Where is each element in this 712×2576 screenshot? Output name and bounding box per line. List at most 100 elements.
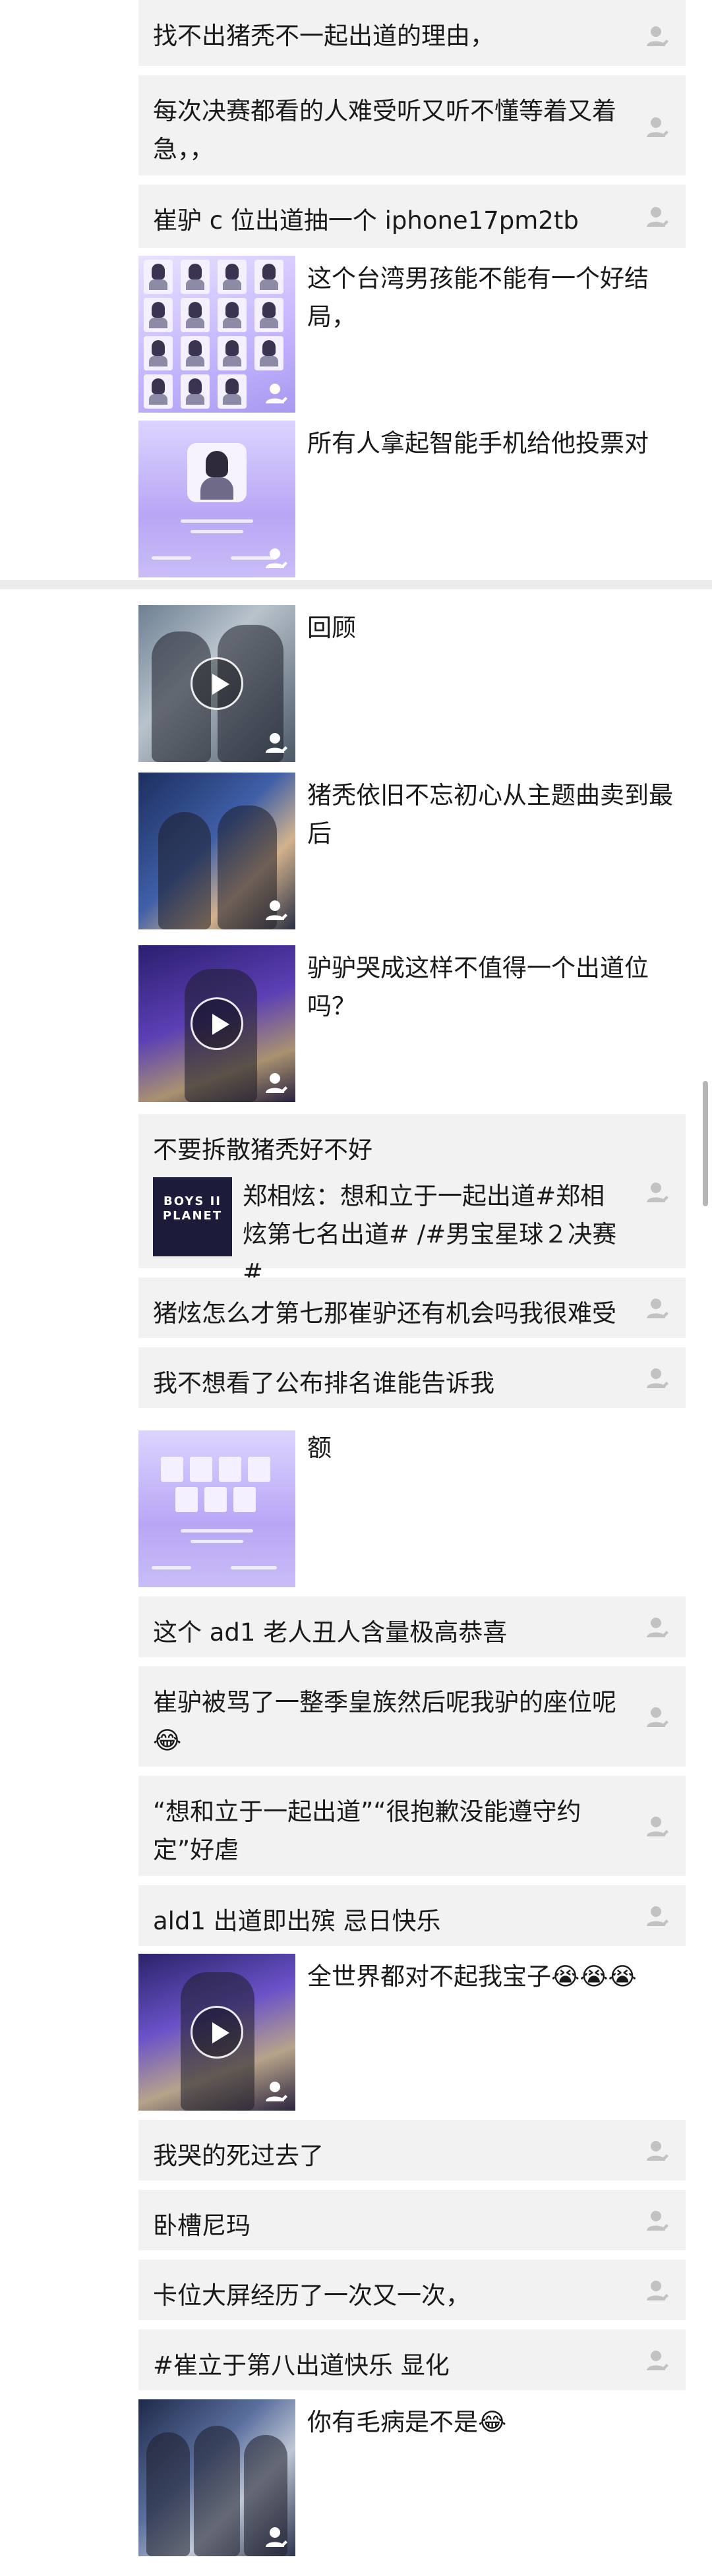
quoted-post[interactable]: BOYS II PLANET 郑相炫：想和立于一起出道#郑相炫第七名出道# /#…: [153, 1177, 671, 1287]
user-icon[interactable]: [264, 1070, 289, 1096]
comment-item[interactable]: 卧槽尼玛: [138, 2190, 686, 2250]
comment-item[interactable]: “想和立于一起出道”“很抱歉没能遵守约定”好虐: [138, 1776, 686, 1876]
image-thumbnail[interactable]: [138, 256, 295, 413]
user-icon[interactable]: [645, 2208, 670, 2233]
comment-item[interactable]: 这个台湾男孩能不能有一个好结局，: [138, 256, 686, 413]
user-icon[interactable]: [645, 1296, 670, 1321]
section-divider: [0, 580, 712, 589]
decorative-line: [191, 530, 243, 533]
photo-cell: [218, 336, 247, 370]
photo-cell: [254, 336, 283, 370]
photo-cell: [181, 298, 210, 332]
user-icon[interactable]: [645, 2138, 670, 2163]
comment-text: 我不想看了公布排名谁能告诉我: [153, 1369, 494, 1397]
comment-text: 找不出猪秃不一起出道的理由，: [153, 22, 494, 50]
comment-text: 卧槽尼玛: [153, 2211, 251, 2240]
person-figure: [158, 812, 211, 929]
user-icon[interactable]: [264, 2079, 289, 2104]
user-icon[interactable]: [645, 1180, 670, 1205]
comment-text: 驴驴哭成这样不值得一个出道位吗？: [307, 954, 649, 1020]
video-thumbnail[interactable]: [138, 605, 295, 762]
play-icon[interactable]: [191, 2006, 243, 2059]
user-icon[interactable]: [264, 898, 289, 923]
comment-item[interactable]: 卡位大屏经历了一次又一次，: [138, 2260, 686, 2320]
comment-item[interactable]: 猪炫怎么才第七那崔驴还有机会吗我很难受: [138, 1277, 686, 1338]
photo-cell: [144, 298, 173, 332]
comment-text: ald1 出道即出殡 忌日快乐: [153, 1907, 441, 1935]
photo-cell: [181, 374, 210, 409]
comment-text: 回顾: [307, 614, 356, 642]
user-icon[interactable]: [645, 1705, 670, 1730]
comment-text: 这个台湾男孩能不能有一个好结局，: [307, 264, 649, 331]
photo-cell: [144, 336, 173, 370]
photo-cell: [181, 260, 210, 294]
comment-item[interactable]: 这个 ad1 老人丑人含量极高恭喜: [138, 1596, 686, 1657]
user-icon[interactable]: [645, 1615, 670, 1640]
user-icon[interactable]: [645, 24, 670, 49]
scrollbar[interactable]: [703, 1081, 708, 1206]
comment-item[interactable]: 回顾: [138, 605, 686, 762]
decorative-line: [191, 1540, 243, 1543]
user-icon[interactable]: [645, 1814, 670, 1839]
comment-item[interactable]: 全世界都对不起我宝子😭😭😭: [138, 1954, 686, 2111]
decorative-line: [231, 1566, 277, 1569]
comment-item[interactable]: ald1 出道即出殡 忌日快乐: [138, 1885, 686, 1946]
decorative-line: [152, 556, 191, 560]
comment-item[interactable]: 额: [138, 1417, 686, 1587]
photo-cell: [144, 260, 173, 294]
user-icon[interactable]: [645, 1904, 670, 1929]
user-icon[interactable]: [264, 2525, 289, 2550]
comment-item[interactable]: 所有人拿起智能手机给他投票对: [138, 421, 686, 577]
photo-cell: [161, 1457, 183, 1482]
photo-cell: [254, 298, 283, 332]
comment-text: 你有毛病是不是😂: [307, 2408, 507, 2436]
comment-text: 所有人拿起智能手机给他投票对: [307, 429, 649, 457]
video-thumbnail[interactable]: [138, 1954, 295, 2111]
photo-cell: [181, 336, 210, 370]
image-thumbnail[interactable]: [138, 2399, 295, 2556]
comment-text: #崔立于第八出道快乐 显化: [153, 2351, 450, 2380]
comment-text: 这个 ad1 老人丑人含量极高恭喜: [153, 1618, 508, 1647]
photo-cell: [233, 1487, 256, 1512]
comment-item[interactable]: 崔驴 c 位出道抽一个 iphone17pm2tb: [138, 185, 686, 248]
comment-item[interactable]: 驴驴哭成这样不值得一个出道位吗？: [138, 945, 686, 1102]
comment-item[interactable]: 不要拆散猪秃好不好 BOYS II PLANET 郑相炫：想和立于一起出道#郑相…: [138, 1114, 686, 1287]
comment-item[interactable]: 猪秃依旧不忘初心从主题曲卖到最后: [138, 773, 686, 929]
decorative-line: [181, 519, 253, 523]
person-figure: [194, 2426, 240, 2556]
user-icon[interactable]: [645, 2278, 670, 2303]
comment-text: 每次决赛都看的人难受听又听不懂等着又着急，，: [153, 97, 616, 163]
comment-item[interactable]: 崔驴被骂了一整季皇族然后呢我驴的座位呢😂: [138, 1666, 686, 1767]
photo-cell: [190, 1457, 212, 1482]
photo-cell: [218, 260, 247, 294]
photo-cell: [218, 374, 247, 409]
quoted-post-thumbnail: BOYS II PLANET: [153, 1177, 232, 1256]
comment-item[interactable]: 你有毛病是不是😂: [138, 2399, 686, 2556]
comment-item[interactable]: 我哭的死过去了: [138, 2120, 686, 2181]
image-thumbnail[interactable]: [138, 1430, 295, 1587]
video-thumbnail[interactable]: [138, 945, 295, 1102]
comment-text: 卡位大屏经历了一次又一次，: [153, 2281, 470, 2310]
comment-item[interactable]: 找不出猪秃不一起出道的理由，: [138, 0, 686, 66]
comment-text: “想和立于一起出道”“很抱歉没能遵守约定”好虐: [153, 1798, 581, 1864]
decorative-line: [181, 1529, 253, 1533]
photo-cell: [218, 298, 247, 332]
person-figure: [146, 2432, 190, 2556]
user-icon[interactable]: [645, 1366, 670, 1391]
photo-cell: [219, 1457, 241, 1482]
image-thumbnail[interactable]: [138, 421, 295, 577]
boys-planet-logo: BOYS II PLANET: [162, 1194, 223, 1223]
user-icon[interactable]: [264, 546, 289, 571]
comment-item[interactable]: 我不想看了公布排名谁能告诉我: [138, 1347, 686, 1408]
play-icon[interactable]: [191, 997, 243, 1050]
user-icon[interactable]: [645, 204, 670, 229]
comment-item[interactable]: 每次决赛都看的人难受听又听不懂等着又着急，，: [138, 75, 686, 175]
comment-item[interactable]: #崔立于第八出道快乐 显化: [138, 2329, 686, 2390]
user-icon[interactable]: [264, 730, 289, 755]
photo-cell: [144, 374, 173, 409]
user-icon[interactable]: [645, 2348, 670, 2373]
user-icon[interactable]: [645, 115, 670, 140]
image-thumbnail[interactable]: [138, 773, 295, 929]
user-icon[interactable]: [264, 381, 289, 406]
play-icon[interactable]: [191, 657, 243, 710]
